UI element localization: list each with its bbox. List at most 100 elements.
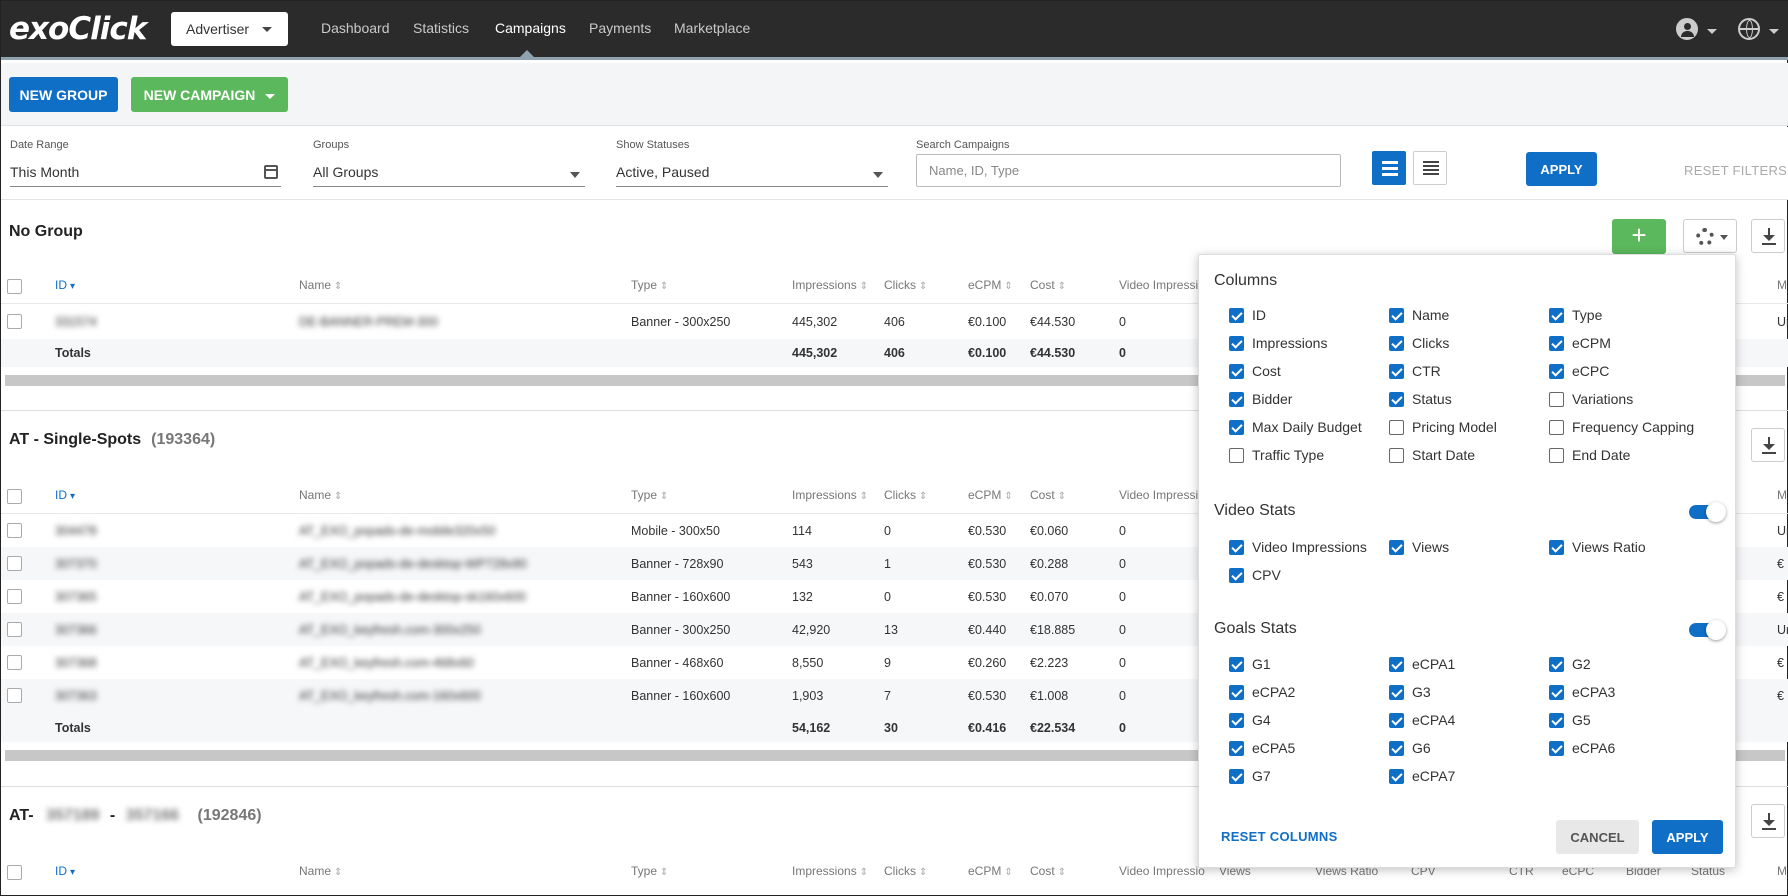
checked-checkbox[interactable] [1549, 540, 1564, 555]
nav-marketplace[interactable]: Marketplace [674, 20, 750, 36]
campaign-name[interactable]: AT_EXO_keyfresh.com-160x600 [299, 689, 481, 703]
calendar-icon[interactable] [264, 165, 278, 179]
unchecked-checkbox[interactable] [1549, 392, 1564, 407]
checked-checkbox[interactable] [1549, 685, 1564, 700]
row-checkbox[interactable] [7, 589, 22, 604]
exoclick-logo[interactable]: exoClick [9, 11, 147, 47]
select-all-checkbox[interactable] [7, 489, 22, 504]
account-type-selector[interactable]: Advertiser [171, 12, 288, 46]
column-header-id[interactable]: ID ▾ [55, 864, 75, 878]
nav-dashboard[interactable]: Dashboard [321, 20, 390, 36]
select-all-checkbox[interactable] [7, 279, 22, 294]
row-checkbox[interactable] [7, 688, 22, 703]
checked-checkbox[interactable] [1389, 685, 1404, 700]
checked-checkbox[interactable] [1389, 392, 1404, 407]
column-header-m[interactable]: M [1777, 864, 1787, 878]
chevron-down-icon[interactable] [1769, 29, 1779, 34]
unchecked-checkbox[interactable] [1549, 420, 1564, 435]
campaign-name[interactable]: AT_EXO_popads-de-desktop-WP728x90 [299, 557, 527, 571]
unchecked-checkbox[interactable] [1229, 448, 1244, 463]
download-button[interactable] [1751, 804, 1785, 838]
column-header-clicks[interactable]: Clicks ⇕ [884, 278, 927, 292]
column-header-id[interactable]: ID ▾ [55, 278, 75, 292]
statuses-filter-value[interactable]: Active, Paused [616, 164, 709, 180]
column-header-name[interactable]: Name ⇕ [299, 278, 342, 292]
nav-campaigns[interactable]: Campaigns [495, 20, 566, 36]
checked-checkbox[interactable] [1229, 568, 1244, 583]
cancel-button[interactable]: CANCEL [1556, 820, 1639, 854]
detailed-view-toggle[interactable] [1372, 151, 1406, 185]
apply-filters-button[interactable]: APPLY [1526, 152, 1597, 186]
column-header-ecpm[interactable]: eCPM ⇕ [968, 278, 1013, 292]
column-header-type[interactable]: Type ⇕ [631, 864, 668, 878]
checked-checkbox[interactable] [1549, 308, 1564, 323]
checked-checkbox[interactable] [1229, 336, 1244, 351]
campaign-id[interactable]: 304478 [55, 524, 97, 538]
checked-checkbox[interactable] [1229, 392, 1244, 407]
nav-payments[interactable]: Payments [589, 20, 651, 36]
checked-checkbox[interactable] [1549, 741, 1564, 756]
reset-filters-button[interactable]: RESET FILTERS [1684, 163, 1787, 178]
checked-checkbox[interactable] [1229, 685, 1244, 700]
column-header-impressions[interactable]: Impressions ⇕ [792, 488, 868, 502]
column-settings-button[interactable] [1683, 219, 1737, 253]
date-range-value[interactable]: This Month [10, 164, 79, 180]
checked-checkbox[interactable] [1229, 420, 1244, 435]
campaign-name[interactable]: AT_EXO_popads-de-desktop-sk160x600 [299, 590, 526, 604]
column-header-cost[interactable]: Cost ⇕ [1030, 864, 1066, 878]
checked-checkbox[interactable] [1229, 741, 1244, 756]
checked-checkbox[interactable] [1229, 364, 1244, 379]
checked-checkbox[interactable] [1549, 713, 1564, 728]
campaign-id[interactable]: 331574 [55, 315, 97, 329]
new-group-button[interactable]: NEW GROUP [9, 77, 118, 112]
chevron-down-icon[interactable] [1707, 29, 1717, 34]
checked-checkbox[interactable] [1389, 336, 1404, 351]
download-button[interactable] [1751, 428, 1785, 462]
campaign-id[interactable]: 307363 [55, 689, 97, 703]
checked-checkbox[interactable] [1229, 308, 1244, 323]
checked-checkbox[interactable] [1549, 336, 1564, 351]
checked-checkbox[interactable] [1389, 741, 1404, 756]
column-header-ecpm[interactable]: eCPM ⇕ [968, 864, 1013, 878]
checked-checkbox[interactable] [1549, 657, 1564, 672]
campaign-id[interactable]: 307366 [55, 623, 97, 637]
video-stats-toggle[interactable] [1689, 502, 1726, 522]
column-header-impressions[interactable]: Impressions ⇕ [792, 864, 868, 878]
add-campaign-button[interactable]: + [1612, 219, 1666, 254]
campaign-name[interactable]: AT_EXO_keyfresh.com-468x60 [299, 656, 474, 670]
campaign-name[interactable]: AT_EXO_popads-de-mobile320x50 [299, 524, 495, 538]
column-header-id[interactable]: ID ▾ [55, 488, 75, 502]
unchecked-checkbox[interactable] [1389, 448, 1404, 463]
column-header-video-impressions[interactable]: Video Impressio [1119, 488, 1205, 502]
download-button[interactable] [1751, 219, 1785, 253]
checked-checkbox[interactable] [1229, 713, 1244, 728]
checked-checkbox[interactable] [1549, 364, 1564, 379]
column-header-cost[interactable]: Cost ⇕ [1030, 488, 1066, 502]
column-header-name[interactable]: Name ⇕ [299, 488, 342, 502]
nav-statistics[interactable]: Statistics [413, 20, 469, 36]
column-header-video-impressions[interactable]: Video Impressio [1119, 864, 1205, 878]
campaign-name[interactable]: AT_EXO_keyfresh.com-300x250 [299, 623, 481, 637]
column-header-ecpm[interactable]: eCPM ⇕ [968, 488, 1013, 502]
checked-checkbox[interactable] [1389, 364, 1404, 379]
search-campaigns-input[interactable] [916, 154, 1341, 187]
row-checkbox[interactable] [7, 556, 22, 571]
column-header-m[interactable]: M [1777, 488, 1787, 502]
campaign-id[interactable]: 307370 [55, 557, 97, 571]
groups-filter-value[interactable]: All Groups [313, 164, 378, 180]
checked-checkbox[interactable] [1389, 540, 1404, 555]
campaign-name[interactable]: DE-BANNER-PREM-300 [299, 315, 438, 329]
column-header-type[interactable]: Type ⇕ [631, 488, 668, 502]
column-header-clicks[interactable]: Clicks ⇕ [884, 864, 927, 878]
unchecked-checkbox[interactable] [1549, 448, 1564, 463]
reset-columns-button[interactable]: RESET COLUMNS [1221, 829, 1338, 844]
checked-checkbox[interactable] [1229, 657, 1244, 672]
user-account-icon[interactable] [1676, 18, 1698, 40]
campaign-id[interactable]: 307368 [55, 656, 97, 670]
column-header-type[interactable]: Type ⇕ [631, 278, 668, 292]
checked-checkbox[interactable] [1389, 308, 1404, 323]
campaign-id[interactable]: 307365 [55, 590, 97, 604]
checked-checkbox[interactable] [1389, 769, 1404, 784]
checked-checkbox[interactable] [1229, 540, 1244, 555]
column-header-clicks[interactable]: Clicks ⇕ [884, 488, 927, 502]
